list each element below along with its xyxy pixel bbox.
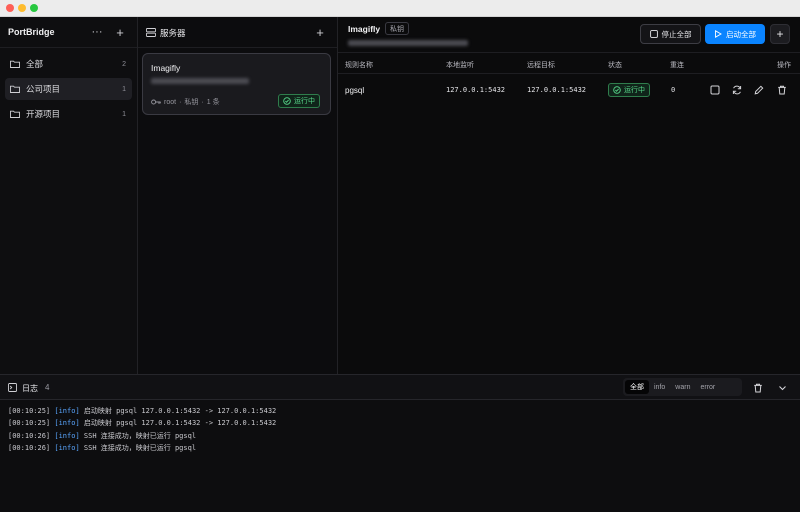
- refresh-icon[interactable]: [732, 85, 742, 95]
- log-message: 启动映射 pgsql 127.0.0.1:5432 -> 127.0.0.1:5…: [79, 419, 277, 427]
- log-filter: 全部 info warn error: [623, 378, 742, 396]
- log-time: [00:10:25]: [8, 407, 51, 415]
- server-name: Imagifly: [151, 63, 181, 73]
- server-icon: [146, 28, 156, 37]
- trash-icon[interactable]: [777, 85, 787, 95]
- check-circle-icon: [283, 97, 291, 105]
- close-window-button[interactable]: [6, 4, 14, 12]
- sidebar-item-label: 公司项目: [26, 84, 61, 94]
- col-actions: 操作: [777, 62, 791, 69]
- log-message: 启动映射 pgsql 127.0.0.1:5432 -> 127.0.0.1:5…: [79, 407, 277, 415]
- col-remote: 远程目标: [527, 62, 555, 69]
- log-title: 日志: [22, 384, 38, 393]
- start-all-label: 启动全部: [726, 29, 756, 39]
- server-user: root: [164, 98, 177, 106]
- log-filter-error[interactable]: error: [695, 380, 720, 394]
- log-filter-info[interactable]: info: [649, 380, 670, 394]
- rule-table-header: [338, 53, 800, 74]
- log-level: [info]: [54, 419, 80, 427]
- sidebar-header: PortBridge ··· +: [0, 17, 137, 48]
- separator: ·: [179, 98, 182, 106]
- log-message: SSH 连接成功，映射已运行 pgsql: [79, 432, 197, 440]
- auth-tag: 私钥: [385, 22, 409, 35]
- col-local: 本地监听: [446, 62, 474, 69]
- stop-all-button[interactable]: 停止全部: [640, 24, 701, 44]
- rule-status-badge: 运行中: [608, 83, 650, 97]
- stop-all-label: 停止全部: [661, 29, 692, 39]
- detail-header: Imagifly 私钥 停止全部 启动全部 +: [338, 17, 800, 53]
- server-list-title: 服务器: [160, 28, 186, 38]
- log-message: SSH 连接成功，映射已运行 pgsql: [79, 444, 197, 452]
- status-badge: 运行中: [278, 94, 320, 108]
- terminal-icon: [8, 383, 17, 392]
- start-all-button[interactable]: 启动全部: [705, 24, 765, 44]
- more-icon[interactable]: ···: [90, 25, 104, 39]
- group-sidebar: PortBridge ··· + 全部 2 公司项目 1 开源项目 1: [0, 17, 138, 374]
- sidebar-item-opensource[interactable]: 开源项目 1: [5, 103, 132, 125]
- log-line: [00:10:26] [info] SSH 连接成功，映射已运行 pgsql: [8, 443, 196, 453]
- log-filter-warn[interactable]: warn: [670, 380, 695, 394]
- detail-server-name: Imagifly: [348, 24, 381, 34]
- add-rule-button[interactable]: +: [770, 24, 790, 44]
- folder-icon: [10, 60, 20, 68]
- log-level: [info]: [54, 432, 80, 440]
- server-card[interactable]: Imagifly root · 私钥 · 1 条 运行中: [142, 53, 331, 115]
- log-count: 4: [45, 383, 50, 392]
- rule-name: pgsql: [345, 86, 365, 95]
- app-window: PortBridge ··· + 全部 2 公司项目 1 开源项目 1 服务器 …: [0, 0, 800, 512]
- server-auth: 私钥: [184, 99, 199, 106]
- detail-address-redacted: [348, 40, 468, 46]
- sidebar-item-all[interactable]: 全部 2: [5, 53, 132, 75]
- col-reconnect: 重连: [670, 62, 684, 69]
- add-server-icon[interactable]: +: [313, 25, 327, 40]
- log-line: [00:10:25] [info] 启动映射 pgsql 127.0.0.1:5…: [8, 418, 276, 428]
- sidebar-item-label: 全部: [26, 59, 44, 69]
- status-label: 运行中: [294, 98, 315, 105]
- log-line: [00:10:26] [info] SSH 连接成功，映射已运行 pgsql: [8, 431, 196, 441]
- col-rule-name: 规则名称: [345, 62, 373, 69]
- log-level: [info]: [54, 444, 80, 452]
- window-titlebar: [0, 0, 800, 17]
- stop-icon[interactable]: [710, 85, 720, 95]
- server-list-header: 服务器 +: [138, 17, 337, 48]
- server-address-redacted: [151, 78, 249, 84]
- rule-reconnect: 0: [671, 86, 676, 94]
- minimize-window-button[interactable]: [18, 4, 26, 12]
- sidebar-item-count: 1: [122, 110, 126, 118]
- stop-icon: [649, 30, 658, 38]
- rule-status-label: 运行中: [624, 87, 645, 94]
- maximize-window-button[interactable]: [30, 4, 38, 12]
- log-output: [00:10:25] [info] 启动映射 pgsql 127.0.0.1:5…: [0, 400, 800, 512]
- key-icon: [151, 99, 161, 105]
- server-meta: root · 私钥 · 1 条: [151, 97, 220, 107]
- separator: ·: [201, 98, 204, 106]
- sidebar-item-company[interactable]: 公司项目 1: [5, 78, 132, 100]
- edit-icon[interactable]: [754, 85, 764, 95]
- col-status: 状态: [608, 62, 622, 69]
- rule-remote: 127.0.0.1:5432: [527, 86, 587, 94]
- trash-icon[interactable]: [753, 383, 763, 393]
- log-level: [info]: [54, 407, 80, 415]
- sidebar-item-count: 1: [122, 85, 126, 93]
- server-rule-count: 1 条: [206, 99, 220, 106]
- sidebar-item-label: 开源项目: [26, 109, 61, 119]
- sidebar-item-count: 2: [122, 60, 126, 68]
- check-circle-icon: [613, 86, 621, 94]
- log-time: [00:10:26]: [8, 432, 51, 440]
- app-title: PortBridge: [8, 27, 55, 37]
- table-row[interactable]: pgsql 127.0.0.1:5432 127.0.0.1:5432 运行中 …: [338, 75, 800, 105]
- folder-icon: [10, 85, 20, 93]
- log-time: [00:10:25]: [8, 419, 51, 427]
- log-filter-all[interactable]: 全部: [625, 380, 649, 394]
- rule-local: 127.0.0.1:5432: [446, 86, 506, 94]
- log-time: [00:10:26]: [8, 444, 51, 452]
- log-line: [00:10:25] [info] 启动映射 pgsql 127.0.0.1:5…: [8, 406, 276, 416]
- folder-icon: [10, 110, 20, 118]
- server-list-panel: 服务器 + Imagifly root · 私钥 · 1 条 运行中: [138, 17, 338, 374]
- chevron-down-icon[interactable]: [778, 384, 787, 392]
- add-group-icon[interactable]: +: [113, 25, 127, 40]
- server-detail-panel: Imagifly 私钥 停止全部 启动全部 + 规则名称 本地监听 远程目标 状…: [338, 17, 800, 374]
- play-icon: [715, 30, 722, 38]
